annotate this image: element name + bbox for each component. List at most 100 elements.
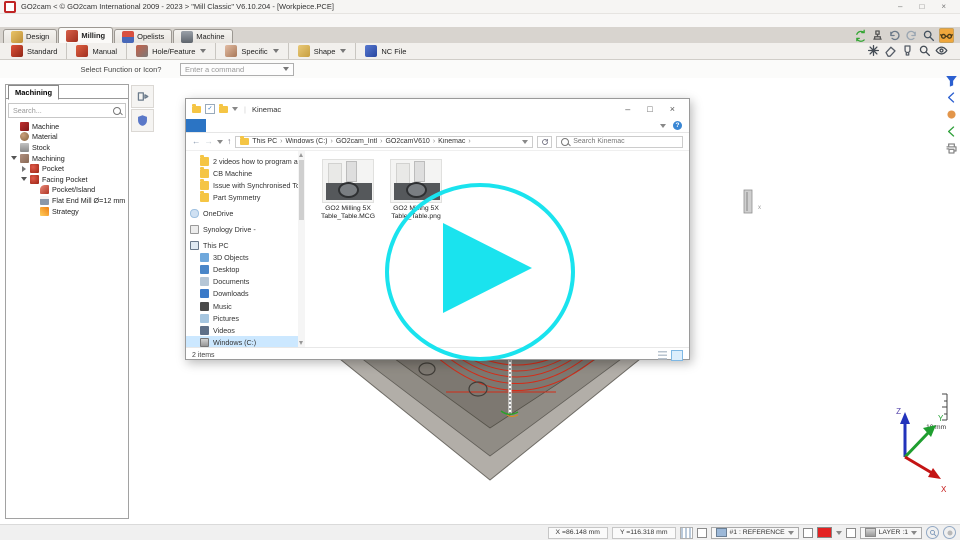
sidebar-item[interactable]: Part Symmetry [186,191,298,203]
redo-icon[interactable] [905,29,918,42]
expander-icon[interactable] [20,177,27,181]
chevleft-icon[interactable] [945,91,958,104]
sidebar-item[interactable]: Windows (C:) [186,336,298,347]
grid-icon[interactable] [680,527,693,539]
magnifier-icon[interactable] [922,29,935,42]
layer-dropdown[interactable]: LAYER :1 [860,527,922,539]
tree-item[interactable]: Material [6,132,128,143]
breadcrumb-segment[interactable]: This PC› [252,138,285,145]
sidebar-item[interactable]: Documents [186,276,298,288]
magnifier-icon[interactable] [926,526,939,539]
sidebar-item[interactable]: 3D Objects [186,252,298,264]
tree-item[interactable]: Facing Pocket [6,174,128,185]
explorer-ribbon-tab[interactable] [230,119,250,132]
blob-icon[interactable] [945,108,958,121]
toolbar-button[interactable]: Shape [288,43,356,59]
scroll-down-icon[interactable] [299,341,303,345]
layer-checkbox[interactable] [846,528,856,538]
breadcrumb-segment[interactable]: Kinemac› [438,138,474,145]
reference-checkbox[interactable] [697,528,707,538]
toolbar-button[interactable]: NC File [355,43,415,59]
explorer-ribbon-tab[interactable] [210,119,230,132]
brush-icon[interactable] [901,44,914,57]
tree-item[interactable]: Strategy [6,206,128,217]
sidebar-item[interactable]: Desktop [186,264,298,276]
large-icons-view-icon[interactable] [671,350,683,361]
ribbon-tab[interactable]: Opelists [114,29,172,43]
chevron-down-icon[interactable] [522,140,528,144]
toolbar-button[interactable]: Standard [2,43,66,59]
sidebar-item[interactable]: Issue with Synchronised Tools [186,179,298,191]
printer-icon[interactable] [945,142,958,155]
sidebar-item[interactable]: This PC [186,240,298,252]
file-thumbnail[interactable] [322,159,374,203]
sidebar-item[interactable]: CB Machine [186,167,298,179]
sidebar-scrollbar[interactable] [298,151,305,347]
ribbon-tab[interactable]: Milling [58,27,113,43]
tree-item[interactable]: Machine [6,121,128,132]
sidebar-item[interactable]: 2 videos how to program a 3X Deb [186,155,298,167]
eraser-icon[interactable] [884,44,897,57]
close-button[interactable]: × [670,104,675,114]
explorer-ribbon-tab[interactable] [250,119,270,132]
minimize-button[interactable]: – [898,2,902,11]
help-icon[interactable]: ? [673,121,682,130]
glasses-icon[interactable] [939,28,954,43]
sidebar-item[interactable]: Synology Drive - [186,223,298,235]
tree-item[interactable]: Stock [6,142,128,153]
sidebar-item[interactable]: Pictures [186,312,298,324]
reference-dropdown[interactable]: #1 : REFERENCE [711,527,799,539]
command-combo[interactable]: Enter a command [180,63,294,76]
sync-icon[interactable] [854,29,867,42]
tree-search-input[interactable]: Search... [8,103,126,118]
ribbon-collapse-icon[interactable] [660,124,666,128]
history-chevron-icon[interactable] [217,140,223,144]
back-icon[interactable]: ← [192,137,201,146]
chevleft-icon[interactable] [945,125,958,138]
breadcrumb-segment[interactable]: Windows (C:)› [286,138,336,145]
tree-item[interactable]: Machining [6,153,128,164]
simplay-icon[interactable] [131,85,154,108]
maximize-button[interactable]: □ [919,2,924,11]
tree-item[interactable]: Pocket [6,163,128,174]
maximize-button[interactable]: □ [647,104,652,114]
close-button[interactable]: × [941,2,946,11]
expander-icon[interactable] [10,156,17,160]
play-icon[interactable] [443,223,532,313]
details-view-icon[interactable] [658,351,667,360]
file-item[interactable]: GO2 Milling 5X Table_Table.MCG [319,159,377,222]
spray-icon[interactable] [867,44,880,57]
up-icon[interactable]: ↑ [227,137,231,146]
breadcrumb-segment[interactable]: GO2camV610› [385,138,438,145]
shield-icon[interactable] [131,109,154,132]
funnel-icon[interactable] [945,74,958,87]
chevron-down-icon[interactable] [836,531,842,535]
sidebar-item[interactable]: Music [186,300,298,312]
expander-icon[interactable] [20,166,27,172]
address-box[interactable]: This PC› Windows (C:)› GO2cam_Intl› GO2c… [235,136,533,148]
eye-icon[interactable] [935,44,948,57]
color-swatch[interactable] [817,527,832,538]
refresh-icon[interactable] [537,136,552,148]
ribbon-tab[interactable]: Machine [173,29,232,43]
chevron-down-icon[interactable] [232,107,238,111]
sidebar-item[interactable]: OneDrive [186,207,298,219]
scroll-up-icon[interactable] [299,153,303,157]
breadcrumb-segment[interactable]: GO2cam_Intl› [336,138,386,145]
tree-item[interactable]: Flat End Mill Ø=12 mm [6,195,128,206]
ribbon-tab[interactable]: Design [3,29,57,43]
sidebar-item[interactable]: Videos [186,324,298,336]
tree-item[interactable]: Pocket/Island [6,185,128,196]
machining-panel-tab[interactable]: Machining [8,85,59,100]
toolbar-button[interactable]: Hole/Feature [126,43,215,59]
magnifier-icon[interactable] [918,44,931,57]
blob-icon[interactable] [943,526,956,539]
stamp-icon[interactable] [871,29,884,42]
undo-icon[interactable] [888,29,901,42]
minimize-button[interactable]: – [625,104,630,114]
explorer-ribbon-tab[interactable] [186,119,206,132]
sidebar-item[interactable]: Downloads [186,288,298,300]
explorer-search-input[interactable]: Search Kinemac [556,136,683,148]
toolbar-button[interactable]: Manual [66,43,126,59]
toolbar-button[interactable]: Specific [215,43,287,59]
